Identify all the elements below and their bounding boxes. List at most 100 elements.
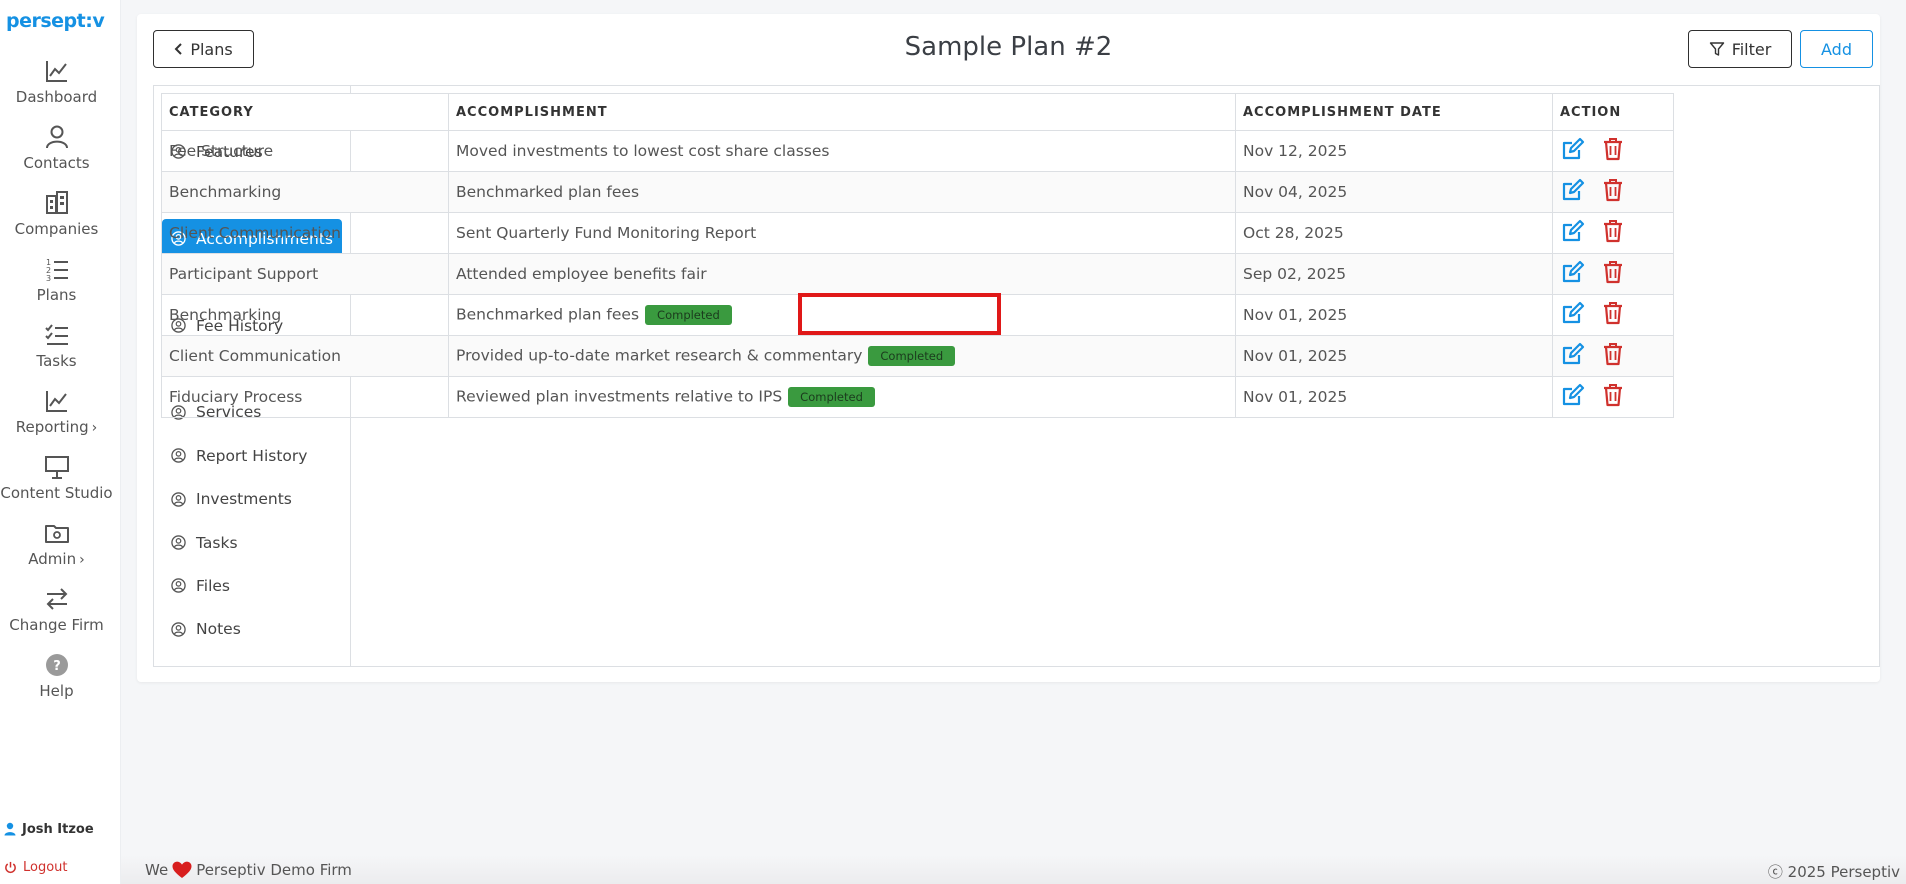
nav-contacts[interactable]: Contacts: [0, 124, 113, 184]
nav-reporting[interactable]: Reporting ›: [0, 388, 113, 448]
person-icon: [44, 124, 70, 150]
row-actions: [1560, 341, 1626, 371]
delete-icon[interactable]: [1600, 382, 1626, 412]
subnav-item-files[interactable]: Files: [162, 566, 342, 605]
nav-dashboard[interactable]: Dashboard: [0, 58, 113, 118]
help-circle-icon: ?: [44, 652, 70, 678]
page-title: Sample Plan #2: [904, 32, 1113, 62]
filter-icon: [1709, 42, 1724, 56]
edit-icon[interactable]: [1560, 300, 1586, 330]
delete-icon[interactable]: [1600, 177, 1626, 207]
nav-change-firm[interactable]: Change Firm: [0, 586, 113, 646]
nav-label: Contacts: [0, 154, 113, 172]
filter-button[interactable]: Filter: [1688, 30, 1792, 68]
delete-icon[interactable]: [1600, 341, 1626, 371]
cell-accomplishment: Provided up-to-date market research & co…: [448, 335, 1236, 377]
nav-label: Companies: [0, 220, 113, 238]
add-button[interactable]: Add: [1800, 30, 1873, 68]
nav-plans[interactable]: 1 2 3 Plans: [0, 256, 113, 316]
nav-label-text: Help: [39, 682, 74, 700]
edit-icon[interactable]: [1560, 341, 1586, 371]
delete-icon[interactable]: [1600, 136, 1626, 166]
subnav-item-investments[interactable]: Investments: [162, 480, 342, 519]
cell-action: [1552, 335, 1674, 377]
accomplishments-table: CATEGORY ACCOMPLISHMENT ACCOMPLISHMENT D…: [161, 93, 1674, 418]
user-circle-icon: [171, 535, 186, 550]
footer-copyright: ⓒ 2025 Perseptiv: [1767, 863, 1900, 881]
app-sidebar: persept:v Dashboard Contacts Companies 1 2 3 P…: [0, 0, 121, 884]
nav-label-text: Dashboard: [15, 88, 98, 106]
accomplishment-text: Provided up-to-date market research & co…: [456, 346, 863, 365]
nav-label: Help: [0, 682, 113, 700]
checklist-icon: [44, 322, 70, 348]
building-icon: [44, 190, 70, 216]
nav-label: Content Studio: [0, 484, 113, 502]
table-row: Participant Support Attended employee ben…: [161, 253, 1674, 295]
subnav-item-label: Tasks: [196, 533, 238, 552]
logout-label: Logout: [23, 859, 68, 875]
delete-icon[interactable]: [1600, 259, 1626, 289]
nav-label: Tasks: [0, 352, 113, 370]
subnav-item-report-history[interactable]: Report History: [162, 436, 342, 475]
table-row: Fee Structure Moved investments to lowest…: [161, 130, 1674, 172]
cell-action: [1552, 253, 1674, 295]
power-icon: [5, 861, 16, 873]
table-header-row: CATEGORY ACCOMPLISHMENT ACCOMPLISHMENT D…: [161, 93, 1674, 131]
cell-category: Fiduciary Process: [161, 376, 449, 418]
nav-tasks[interactable]: Tasks: [0, 322, 113, 382]
chart-line-icon: [44, 58, 70, 84]
header-action: ACTION: [1552, 93, 1674, 131]
row-actions: [1560, 177, 1626, 207]
edit-icon[interactable]: [1560, 177, 1586, 207]
user-profile[interactable]: Josh Itzoe: [4, 820, 94, 838]
swap-arrows-icon: [44, 586, 70, 612]
nav-label: Plans: [0, 286, 113, 304]
cell-category: Participant Support: [161, 253, 449, 295]
subnav-item-tasks[interactable]: Tasks: [162, 523, 342, 562]
delete-icon[interactable]: [1600, 218, 1626, 248]
cell-accomplishment: Sent Quarterly Fund Monitoring Report: [448, 212, 1236, 254]
header-category[interactable]: CATEGORY: [161, 93, 449, 131]
logout-link[interactable]: Logout: [4, 858, 68, 876]
cell-date: Nov 12, 2025: [1235, 130, 1553, 172]
nav-content-studio[interactable]: Content Studio: [0, 454, 113, 514]
filter-button-label: Filter: [1731, 39, 1772, 59]
edit-icon[interactable]: [1560, 136, 1586, 166]
header-accomplishment[interactable]: ACCOMPLISHMENT: [448, 93, 1236, 131]
nav-label: Change Firm: [0, 616, 113, 634]
row-actions: [1560, 136, 1626, 166]
nav-help[interactable]: ? Help: [0, 652, 113, 712]
cell-category: Benchmarking: [161, 171, 449, 213]
table-row: Client Communication Provided up-to-date …: [161, 335, 1674, 377]
nav-label-text: Content Studio: [0, 484, 113, 502]
svg-text:?: ?: [53, 659, 61, 674]
edit-icon[interactable]: [1560, 259, 1586, 289]
cell-date: Nov 01, 2025: [1235, 376, 1553, 418]
presentation-icon: [44, 454, 70, 480]
delete-icon[interactable]: [1600, 300, 1626, 330]
cell-date: Nov 04, 2025: [1235, 171, 1553, 213]
row-actions: [1560, 259, 1626, 289]
nav-label-text: Admin: [28, 550, 77, 568]
table-row: Client Communication Sent Quarterly Fund …: [161, 212, 1674, 254]
nav-companies[interactable]: Companies: [0, 190, 113, 250]
chevron-right-icon: ›: [91, 420, 98, 436]
cell-accomplishment: Attended employee benefits fair: [448, 253, 1236, 295]
subnav-item-notes[interactable]: Notes: [162, 610, 342, 649]
user-circle-icon: [171, 578, 186, 594]
numbered-list-icon: 123: [44, 256, 70, 283]
nav-label-text: Contacts: [23, 154, 90, 172]
edit-icon[interactable]: [1560, 382, 1586, 412]
status-badge: Completed: [788, 387, 875, 407]
brand-logo[interactable]: persept:v: [6, 10, 105, 32]
cell-date: Nov 01, 2025: [1235, 335, 1553, 377]
footer-firm: Perseptiv Demo Firm: [196, 861, 352, 879]
nav-admin[interactable]: Admin ›: [0, 520, 113, 580]
header-accomplishment-date[interactable]: ACCOMPLISHMENT DATE: [1235, 93, 1553, 131]
edit-icon[interactable]: [1560, 218, 1586, 248]
accomplishment-text: Reviewed plan investments relative to IP…: [456, 387, 783, 406]
content-panel: ProfileFeaturesQuestionnaireAccomplishme…: [153, 85, 1880, 667]
nav-label: Admin ›: [0, 550, 113, 568]
accomplishment-text: Moved investments to lowest cost share c…: [456, 142, 830, 160]
heart-icon: [172, 861, 192, 878]
